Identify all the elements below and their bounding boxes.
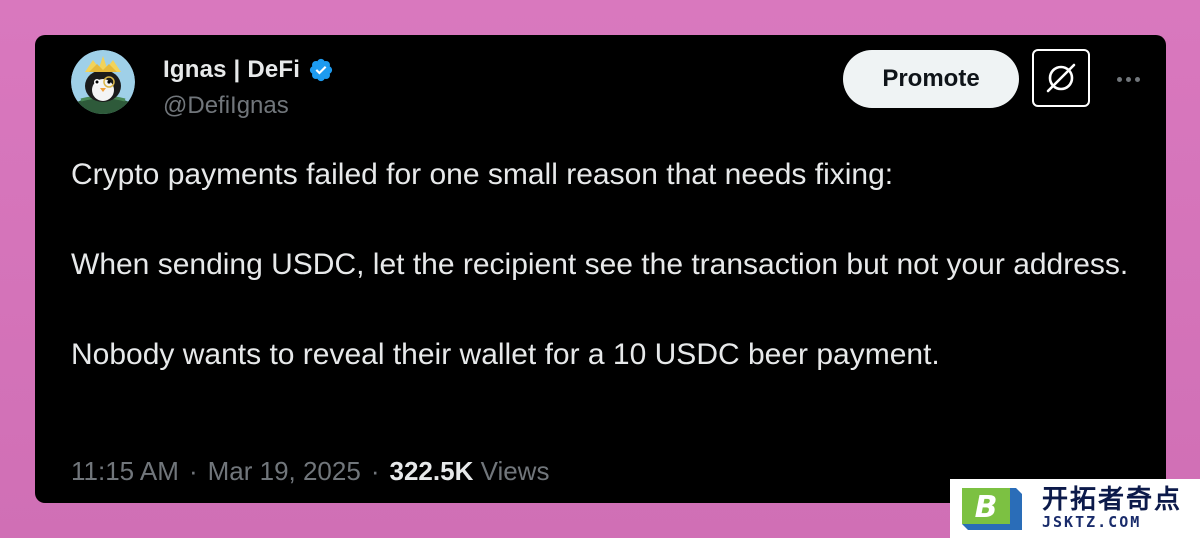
tweet-card: Ignas | DeFi @DefiIgnas Promote Crypto p… bbox=[35, 35, 1166, 503]
grok-button[interactable] bbox=[1032, 49, 1090, 107]
tweet-text: Crypto payments failed for one small rea… bbox=[71, 152, 1131, 377]
meta-separator: · bbox=[188, 456, 198, 486]
author-name-row[interactable]: Ignas | DeFi bbox=[163, 55, 334, 85]
watermark-logo-icon: B bbox=[962, 487, 1022, 530]
watermark-text: 开拓者奇点 JSKTZ.COM bbox=[1042, 486, 1182, 531]
watermark-logo-letter: B bbox=[975, 490, 998, 525]
watermark-url: JSKTZ.COM bbox=[1042, 513, 1142, 531]
more-dot bbox=[1134, 76, 1140, 82]
author-avatar[interactable] bbox=[71, 50, 135, 114]
penguin-avatar-icon bbox=[71, 50, 135, 114]
tweet-paragraph: Nobody wants to reveal their wallet for … bbox=[71, 338, 940, 371]
grok-icon bbox=[1046, 63, 1076, 93]
author-display-name[interactable]: Ignas | DeFi bbox=[163, 56, 300, 84]
meta-separator: · bbox=[370, 456, 380, 486]
verified-badge-icon bbox=[308, 57, 334, 83]
more-dot bbox=[1125, 76, 1131, 82]
author-handle[interactable]: @DefiIgnas bbox=[163, 92, 289, 120]
watermark-title: 开拓者奇点 bbox=[1042, 485, 1183, 515]
tweet-paragraph: Crypto payments failed for one small rea… bbox=[71, 158, 894, 191]
more-options-icon[interactable] bbox=[1110, 65, 1146, 93]
tweet-meta: 11:15 AM · Mar 19, 2025 · 322.5K Views bbox=[71, 456, 549, 487]
tweet-date[interactable]: Mar 19, 2025 bbox=[208, 456, 361, 487]
tweet-paragraph: When sending USDC, let the recipient see… bbox=[71, 248, 1129, 281]
views-count[interactable]: 322.5K bbox=[390, 456, 474, 486]
more-dot bbox=[1116, 76, 1122, 82]
site-watermark: B 开拓者奇点 JSKTZ.COM bbox=[950, 479, 1200, 538]
tweet-time[interactable]: 11:15 AM bbox=[71, 456, 179, 487]
views-label: Views bbox=[480, 456, 550, 486]
promote-button[interactable]: Promote bbox=[843, 50, 1019, 108]
